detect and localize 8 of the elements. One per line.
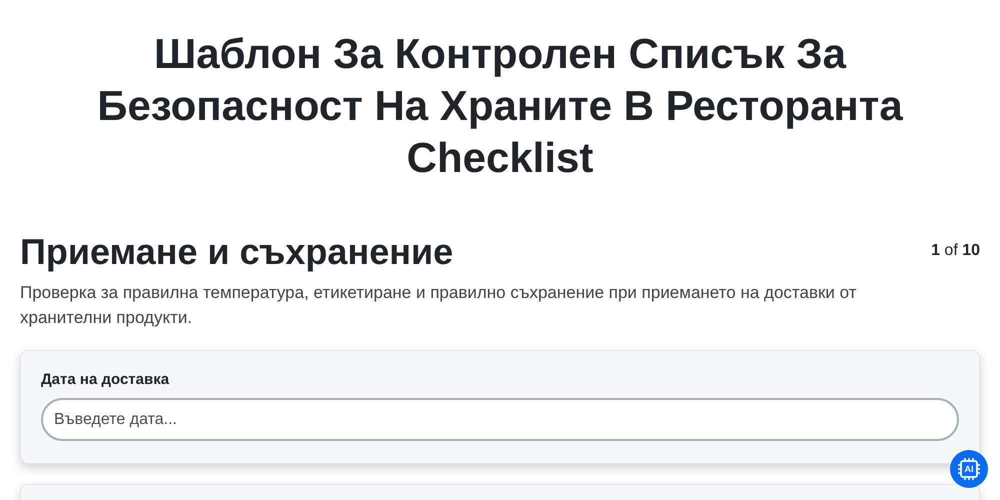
section-heading: Приемане и съхранение	[20, 230, 454, 274]
field-label: Дата на доставка	[41, 371, 170, 388]
ai-button[interactable]: AI	[950, 450, 988, 488]
input-field[interactable]: Въведете дата...	[41, 398, 959, 441]
section-description: Проверка за правилна температура, етикетиране и правилно съхранение при приемането на доставки от хранителни продукти.	[20, 282, 858, 329]
progress-counter: 1 of 10	[931, 242, 980, 260]
chip-icon	[957, 457, 981, 481]
page-title: Шаблон За Контролен Списък За Безопасност На Храните В Ресторанта Checklist	[96, 29, 904, 183]
